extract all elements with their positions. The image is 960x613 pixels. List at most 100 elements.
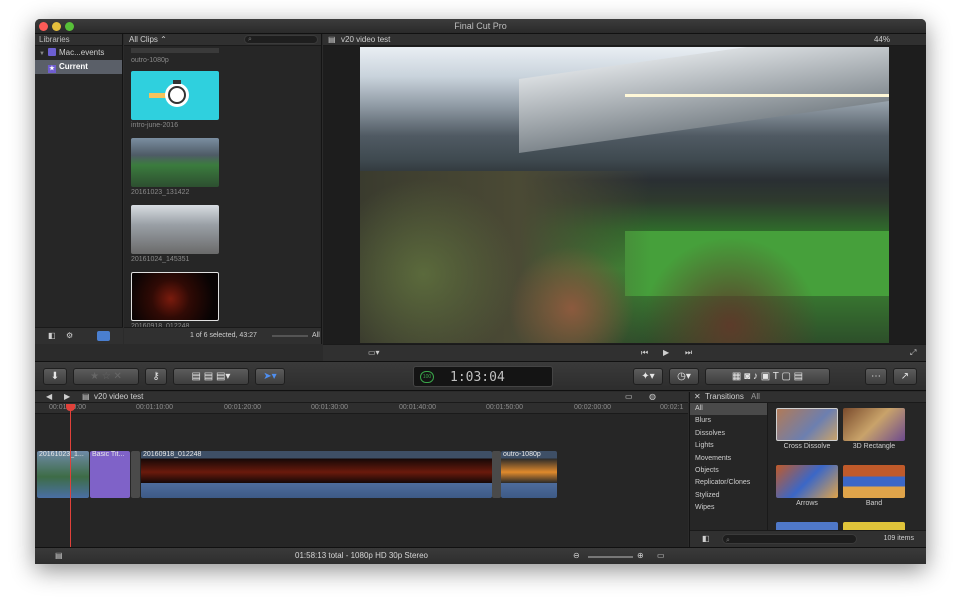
clip-thumbnail[interactable]	[131, 71, 219, 120]
clip-thumbnail[interactable]	[131, 272, 219, 321]
zoom-out-icon[interactable]: ⊖	[573, 551, 580, 560]
category-item[interactable]: Movements	[690, 453, 767, 465]
share-button[interactable]: ↗	[893, 368, 917, 385]
search-icon: ⌕	[248, 36, 252, 43]
clip-20161023[interactable]: 20161023_131422	[131, 138, 219, 196]
timecode-display: 1:03:04	[450, 370, 505, 385]
category-item[interactable]: Replicator/Clones	[690, 477, 767, 489]
themes-button[interactable]: ⋯	[865, 368, 887, 385]
previous-icon[interactable]: ⏮	[641, 348, 648, 358]
close-icon[interactable]: ✕	[694, 392, 701, 401]
play-icon[interactable]: ▶	[663, 348, 669, 357]
transition-thumbnail[interactable]	[843, 522, 905, 530]
transition-item[interactable]	[843, 522, 905, 530]
rating-buttons[interactable]: ★ ☆ ✕	[73, 368, 139, 385]
transitions-filter[interactable]: All	[751, 392, 760, 401]
transition-thumbnail[interactable]	[843, 465, 905, 498]
transition-marker[interactable]	[492, 451, 501, 498]
transition-label: Cross Dissolve	[783, 443, 831, 450]
clip-outro[interactable]: outro-1080p	[131, 57, 219, 64]
clip-appearance-icon[interactable]: ▭	[657, 551, 665, 560]
import-button[interactable]: ⬇	[43, 368, 67, 385]
category-item[interactable]: Dissolves	[690, 428, 767, 440]
playhead[interactable]	[70, 404, 71, 547]
edit-buttons[interactable]: ▤ ▤ ▤▾	[173, 368, 249, 385]
title-clip[interactable]: Basic Tit...	[90, 451, 130, 498]
media-browser-buttons[interactable]: ▦ ◙ ♪ ▣ T ▢ ▤	[705, 368, 830, 385]
transition-thumbnail[interactable]	[776, 522, 838, 530]
gear-icon[interactable]: ⚙	[66, 331, 73, 340]
sidebar-toggle-icon[interactable]: ◧	[702, 534, 710, 543]
film-icon: ▤	[328, 35, 336, 44]
category-item[interactable]: Blurs	[690, 415, 767, 427]
timeline-ruler[interactable]: 00:01:00:00 00:01:10:00 00:01:20:00 00:0…	[35, 403, 688, 414]
clip-thumbnail[interactable]	[131, 205, 219, 254]
retime-button[interactable]: ◷▾	[669, 368, 699, 385]
clip-filter-dropdown[interactable]: All Clips ⌃	[129, 35, 167, 44]
ruler-tick: 00:01:40:00	[399, 404, 436, 411]
ruler-tick: 00:02:1	[660, 404, 684, 411]
video-frame	[360, 47, 889, 343]
ruler-tick: 00:01:10:00	[136, 404, 173, 411]
transition-label: Arrows	[796, 500, 818, 507]
transition-item[interactable]: 3D Rectangle	[843, 408, 905, 450]
ruler-tick: 00:02:00:00	[574, 404, 611, 411]
back-icon[interactable]: ◀	[46, 392, 52, 401]
transform-icon[interactable]: ▭▾	[368, 348, 380, 357]
category-item[interactable]: Objects	[690, 465, 767, 477]
enhance-button[interactable]: ✦▾	[633, 368, 663, 385]
disclosure-icon[interactable]: ▼	[39, 51, 48, 57]
timeline-clip-main[interactable]: 20160918_012248	[141, 451, 492, 498]
transition-thumbnail[interactable]	[843, 408, 905, 441]
transition-thumbnail[interactable]	[776, 465, 838, 498]
browser-search-input[interactable]: ⌕	[244, 35, 318, 44]
transition-marker[interactable]	[131, 451, 140, 498]
transition-item[interactable]: Cross Dissolve	[776, 408, 838, 450]
library-item[interactable]: ▼ Mac...events	[35, 46, 122, 60]
clip-title: 20161023_1...	[39, 451, 84, 458]
transition-item[interactable]: Arrows	[776, 465, 838, 507]
select-tool-button[interactable]: ➤▾	[255, 368, 285, 385]
zoom-level[interactable]: 44%	[874, 35, 890, 44]
list-view-icon[interactable]	[97, 331, 110, 341]
dashboard-timecode[interactable]: 100 1:03:04	[413, 366, 553, 387]
category-item[interactable]: Stylized	[690, 490, 767, 502]
timeline-project-name: v20 video test	[94, 392, 144, 401]
clip-browser: All Clips ⌃ ⌕ outro-1080p intro-june-201…	[52, 34, 322, 344]
event-item-current[interactable]: ▶★Current	[35, 60, 122, 74]
film-icon: ▤	[82, 392, 90, 401]
clip-size-slider[interactable]	[272, 335, 308, 337]
transitions-title: Transitions	[705, 392, 744, 401]
forward-icon[interactable]: ▶	[64, 392, 70, 401]
category-item[interactable]: Lights	[690, 440, 767, 452]
clip-label: outro-1080p	[131, 57, 169, 64]
clip-thumbnail[interactable]	[131, 138, 219, 187]
timeline-clip[interactable]: outro-1080p	[501, 451, 557, 498]
clip-label: intro-june-2016	[131, 122, 179, 129]
transitions-search-input[interactable]: ⌕	[722, 534, 857, 544]
timeline-zoom-slider[interactable]	[588, 556, 633, 558]
clip-20161024[interactable]: 20161024_145351	[131, 205, 219, 263]
category-item[interactable]: All	[690, 403, 767, 416]
zoom-in-icon[interactable]: ⊕	[637, 551, 644, 560]
clip-intro[interactable]: intro-june-2016	[131, 71, 219, 129]
status-bar: ▤ 01:58:13 total - 1080p HD 30p Stereo ⊖…	[35, 547, 926, 564]
timeline-clip[interactable]: 20161023_1...	[37, 451, 89, 498]
selection-status: 1 of 6 selected, 43:27	[190, 332, 257, 339]
library-toggle-icon[interactable]: ◧	[48, 331, 56, 340]
transition-thumbnail[interactable]	[776, 408, 838, 441]
clip-title: outro-1080p	[503, 451, 541, 458]
event-label: Current	[59, 62, 88, 71]
duration-all-label: All	[312, 332, 320, 339]
clip-20160918[interactable]: 20160918_012248	[131, 272, 219, 330]
keyword-button[interactable]: ⚷	[145, 368, 167, 385]
audio-skimming-icon[interactable]: ◍	[649, 392, 656, 401]
transition-item[interactable]	[776, 522, 838, 530]
transition-item[interactable]: Band	[843, 465, 905, 507]
fullscreen-icon[interactable]: ⤢	[910, 348, 916, 358]
disclosure-icon[interactable]: ▶	[39, 64, 53, 71]
watch-icon	[149, 80, 189, 107]
next-icon[interactable]: ⏭	[685, 348, 692, 358]
clip-appearance-icon[interactable]: ▭	[625, 392, 633, 401]
category-item[interactable]: Wipes	[690, 502, 767, 514]
